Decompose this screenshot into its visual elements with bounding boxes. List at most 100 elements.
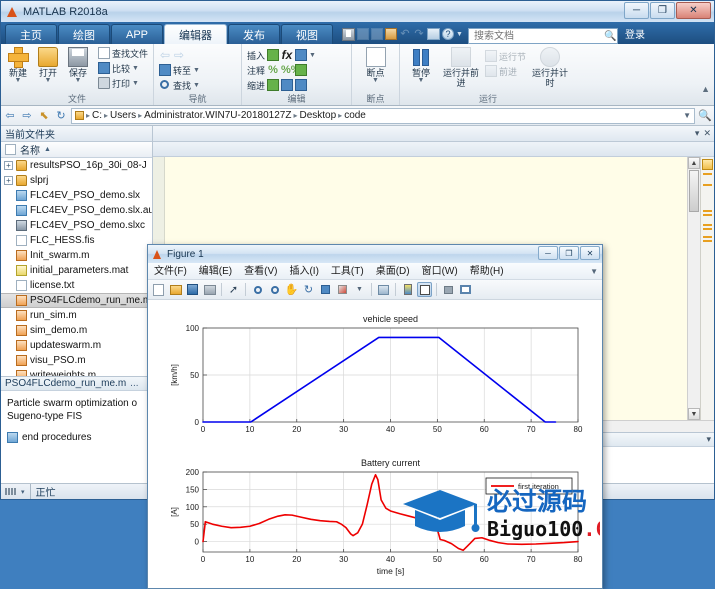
details-more-icon[interactable]: ... — [130, 378, 138, 389]
list-item[interactable]: FLC4EV_PSO_demo.slx.au — [1, 203, 152, 218]
pause-dropdown-icon[interactable]: ▼ — [418, 77, 425, 84]
find-files-button[interactable]: 查找文件 — [96, 46, 150, 60]
back-icon[interactable]: ⇦ — [3, 109, 17, 123]
insert-button[interactable]: 插入 fx ▼ — [245, 48, 318, 62]
figure-minimize-button[interactable]: ─ — [538, 246, 558, 260]
zoom-in-icon[interactable] — [250, 282, 265, 297]
crumb-desktop[interactable]: Desktop — [299, 110, 336, 121]
menu-tools[interactable]: 工具(T) — [325, 263, 370, 280]
up-folder-icon[interactable]: ⬉ — [37, 109, 51, 123]
tab-home[interactable]: 主页 — [5, 24, 57, 44]
rotate-3d-icon[interactable]: ↻ — [301, 282, 316, 297]
brush-icon[interactable] — [335, 282, 350, 297]
list-item[interactable]: sim_demo.m — [1, 323, 152, 338]
chart-legend[interactable]: first iteration — [485, 477, 573, 495]
file-list[interactable]: + resultsPSO_16p_30i_08-J + slprj FLC4EV_P… — [1, 158, 152, 376]
new-dropdown-icon[interactable]: ▼ — [15, 77, 22, 84]
run-section-button[interactable]: 运行节 — [483, 49, 528, 63]
menu-edit[interactable]: 编辑(E) — [193, 263, 238, 280]
quick-undo-icon[interactable]: ↶ — [399, 28, 411, 40]
close-button[interactable]: ✕ — [676, 2, 711, 19]
goto-button[interactable]: 转至 ▼ — [157, 63, 202, 77]
advance-button[interactable]: 前进 — [483, 64, 528, 78]
breadcrumb[interactable]: ▸ C: ▸ Users ▸ Administrator.WIN7U-20180… — [71, 107, 695, 124]
new-button[interactable]: 新建 ▼ — [4, 46, 32, 84]
list-item[interactable]: Init_swarm.m — [1, 248, 152, 263]
code-analyzer-status-icon[interactable] — [702, 159, 713, 170]
doc-search-input[interactable] — [471, 29, 604, 43]
login-button[interactable]: 登录 — [625, 26, 645, 41]
open-dropdown-icon[interactable]: ▼ — [45, 77, 52, 84]
list-item[interactable]: updateswarm.m — [1, 338, 152, 353]
quick-copy-icon[interactable] — [371, 28, 384, 40]
status-caret-icon[interactable]: ▾ — [21, 488, 25, 496]
menu-window[interactable]: 窗口(W) — [416, 263, 464, 280]
address-search-icon[interactable]: 🔍 — [698, 109, 712, 122]
menu-insert[interactable]: 插入(I) — [283, 263, 324, 280]
figure-close-button[interactable]: ✕ — [580, 246, 600, 260]
resize-grip-icon[interactable] — [5, 488, 16, 495]
find-button[interactable]: 查找 ▼ — [157, 78, 202, 92]
quick-switch-window-icon[interactable] — [427, 28, 441, 40]
list-item[interactable]: FLC_HESS.fis — [1, 233, 152, 248]
open-button[interactable]: 打开 ▼ — [34, 46, 62, 84]
warning-marker-icon[interactable] — [703, 240, 712, 242]
goto-dropdown-icon[interactable]: ▼ — [193, 67, 200, 74]
warning-marker-icon[interactable] — [703, 228, 712, 230]
warning-marker-icon[interactable] — [703, 236, 712, 238]
list-item-selected[interactable]: PSO4FLCdemo_run_me.m — [1, 293, 152, 308]
zoom-out-icon[interactable] — [267, 282, 282, 297]
doc-search-icon[interactable]: 🔍 — [604, 31, 616, 42]
list-item[interactable]: FLC4EV_PSO_demo.slxc — [1, 218, 152, 233]
warning-marker-icon[interactable] — [703, 214, 712, 216]
menu-desktop[interactable]: 桌面(D) — [370, 263, 416, 280]
insert-dropdown-icon[interactable]: ▼ — [309, 52, 316, 59]
quick-more-icon[interactable]: ▼ — [456, 31, 463, 38]
compare-dropdown-icon[interactable]: ▼ — [132, 65, 139, 72]
save-button[interactable]: 保存 ▼ — [64, 46, 92, 84]
crumb-users[interactable]: Users — [110, 110, 136, 121]
warning-marker-icon[interactable] — [703, 210, 712, 212]
nav-back-button[interactable]: ⇦ ⇨ — [157, 48, 202, 62]
doc-search-box[interactable]: 🔍 — [467, 28, 618, 44]
pointer-icon[interactable]: ➚ — [226, 282, 241, 297]
editor-vertical-scrollbar[interactable]: ▲ ▼ — [687, 157, 700, 420]
crumb-user[interactable]: Administrator.WIN7U-20180127Z — [144, 110, 291, 121]
scroll-up-icon[interactable]: ▲ — [688, 157, 700, 169]
forward-icon[interactable]: ⇨ — [20, 109, 34, 123]
figure-canvas[interactable]: 0 10 20 30 40 50 60 70 80 0 50 100 vehicle speed [km/… — [148, 300, 602, 588]
list-item[interactable]: writeweights.m — [1, 368, 152, 376]
crumb-drive[interactable]: C: — [92, 110, 102, 121]
legend-icon[interactable] — [417, 282, 432, 297]
command-window-options-icon[interactable]: ▾ — [706, 434, 711, 445]
collapse-ribbon-icon[interactable]: ▲ — [701, 84, 710, 94]
warning-marker-icon[interactable] — [703, 184, 712, 186]
save-dropdown-icon[interactable]: ▼ — [75, 77, 82, 84]
print-button[interactable]: 打印 ▼ — [96, 76, 150, 90]
sort-arrow-icon[interactable]: ▲ — [44, 146, 51, 153]
expand-icon[interactable]: + — [4, 161, 13, 170]
editor-marker-strip[interactable] — [700, 157, 714, 420]
list-item[interactable]: FLC4EV_PSO_demo.slx — [1, 188, 152, 203]
data-cursor-icon[interactable] — [318, 282, 333, 297]
quick-cut-icon[interactable] — [357, 28, 370, 40]
run-advance-button[interactable]: 运行并前进 — [441, 46, 481, 88]
list-item[interactable]: run_sim.m — [1, 308, 152, 323]
print-dropdown-icon[interactable]: ▼ — [132, 80, 139, 87]
refresh-icon[interactable]: ↻ — [54, 109, 68, 123]
figure-menu-dropdown-icon[interactable]: ▼ — [590, 267, 598, 276]
comment-button[interactable]: 注释 % %% — [245, 63, 318, 77]
list-item[interactable]: + resultsPSO_16p_30i_08-J — [1, 158, 152, 173]
list-item[interactable]: license.txt — [1, 278, 152, 293]
print-figure-icon[interactable] — [202, 282, 217, 297]
compare-button[interactable]: 比较 ▼ — [96, 61, 150, 75]
breakpoints-dropdown-icon[interactable]: ▼ — [372, 77, 379, 84]
editor-panel-options-icon[interactable]: ▾ — [695, 128, 700, 139]
indent-button[interactable]: 缩进 — [245, 78, 318, 92]
quick-save-icon[interactable] — [342, 27, 356, 41]
brush-dropdown-icon[interactable]: ▼ — [352, 282, 367, 297]
pause-button[interactable]: 暂停 ▼ — [403, 46, 439, 84]
colorbar-icon[interactable] — [400, 282, 415, 297]
tab-publish[interactable]: 发布 — [228, 24, 281, 44]
find-dropdown-icon[interactable]: ▼ — [193, 82, 200, 89]
